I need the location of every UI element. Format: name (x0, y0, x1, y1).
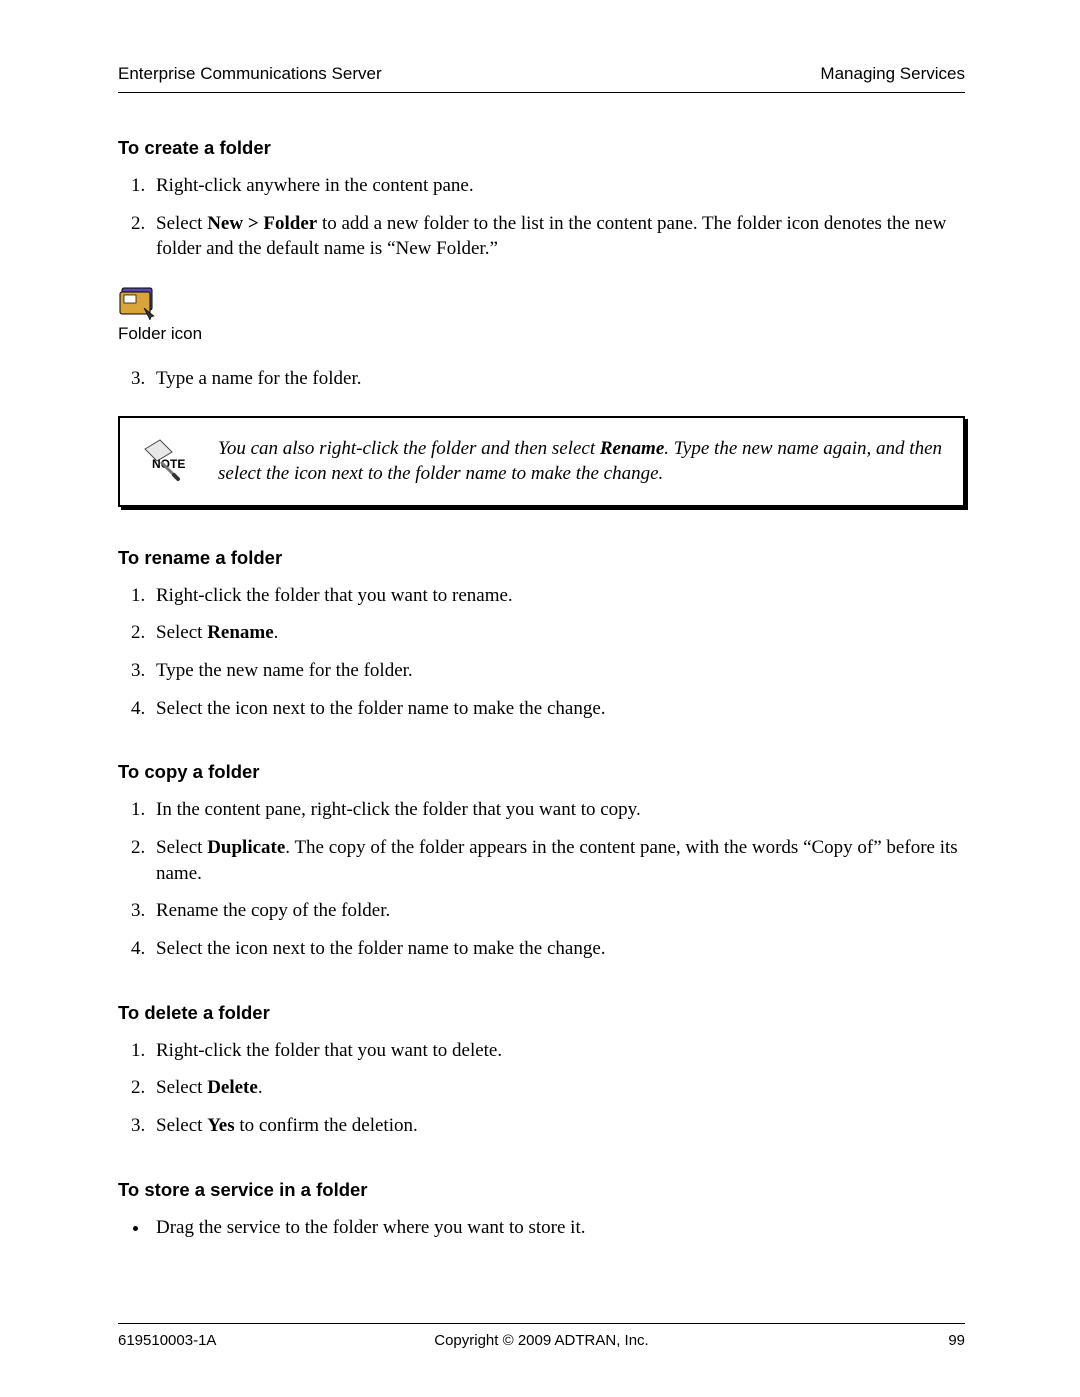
note-text: You can also right-click the folder and … (218, 436, 945, 487)
folder-icon (118, 280, 965, 320)
footer-page-number: 99 (948, 1332, 965, 1349)
list-item: Right-click anywhere in the content pane… (150, 173, 965, 199)
text: . (274, 622, 279, 643)
text-bold: Yes (207, 1115, 234, 1136)
text-bold: New > Folder (207, 213, 317, 234)
text-bold: Duplicate (207, 837, 285, 858)
folder-icon-caption: Folder icon (118, 324, 965, 344)
text: Select (156, 837, 207, 858)
text: You can also right-click the folder and … (218, 438, 600, 459)
text-bold: Rename (207, 622, 273, 643)
list-item: Type the new name for the folder. (150, 658, 965, 684)
document-page: Enterprise Communications Server Managin… (0, 0, 1080, 1397)
folder-icon-block: Folder icon (118, 280, 965, 344)
footer-copyright: Copyright © 2009 ADTRAN, Inc. (118, 1332, 965, 1349)
heading-delete-folder: To delete a folder (118, 1002, 965, 1024)
list-item: In the content pane, right-click the fol… (150, 797, 965, 823)
heading-store-service: To store a service in a folder (118, 1179, 965, 1201)
list-item: Type a name for the folder. (150, 366, 965, 392)
footer-doc-number: 619510003-1A (118, 1332, 216, 1349)
steps-copy-folder: In the content pane, right-click the fol… (118, 797, 965, 961)
list-item: Select Yes to confirm the deletion. (150, 1113, 965, 1139)
bullets-store-service: Drag the service to the folder where you… (118, 1215, 965, 1241)
running-header: Enterprise Communications Server Managin… (118, 64, 965, 93)
text: . (258, 1077, 263, 1098)
list-item: Select the icon next to the folder name … (150, 936, 965, 962)
list-item: Right-click the folder that you want to … (150, 1038, 965, 1064)
steps-rename-folder: Right-click the folder that you want to … (118, 583, 965, 722)
list-item: Select Rename. (150, 620, 965, 646)
list-item: Select Duplicate. The copy of the folder… (150, 835, 965, 886)
note-icon: NOTE (142, 437, 190, 486)
heading-copy-folder: To copy a folder (118, 761, 965, 783)
list-item: Drag the service to the folder where you… (150, 1215, 965, 1241)
text-bold: Rename (600, 438, 664, 459)
text-bold: Delete (207, 1077, 258, 1098)
running-footer: 619510003-1A Copyright © 2009 ADTRAN, In… (118, 1323, 965, 1349)
list-item: Select New > Folder to add a new folder … (150, 211, 965, 262)
text: Select (156, 1077, 207, 1098)
steps-create-folder-cont: Type a name for the folder. (118, 366, 965, 392)
steps-create-folder: Right-click anywhere in the content pane… (118, 173, 965, 262)
steps-delete-folder: Right-click the folder that you want to … (118, 1038, 965, 1139)
list-item: Select the icon next to the folder name … (150, 696, 965, 722)
header-right: Managing Services (820, 64, 965, 84)
header-left: Enterprise Communications Server (118, 64, 382, 84)
heading-create-folder: To create a folder (118, 137, 965, 159)
text: Select (156, 213, 207, 234)
heading-rename-folder: To rename a folder (118, 547, 965, 569)
text: Select (156, 1115, 207, 1136)
text: to confirm the deletion. (235, 1115, 418, 1136)
list-item: Select Delete. (150, 1075, 965, 1101)
text: Select (156, 622, 207, 643)
list-item: Right-click the folder that you want to … (150, 583, 965, 609)
note-box: NOTE You can also right-click the folder… (118, 416, 965, 507)
list-item: Rename the copy of the folder. (150, 898, 965, 924)
